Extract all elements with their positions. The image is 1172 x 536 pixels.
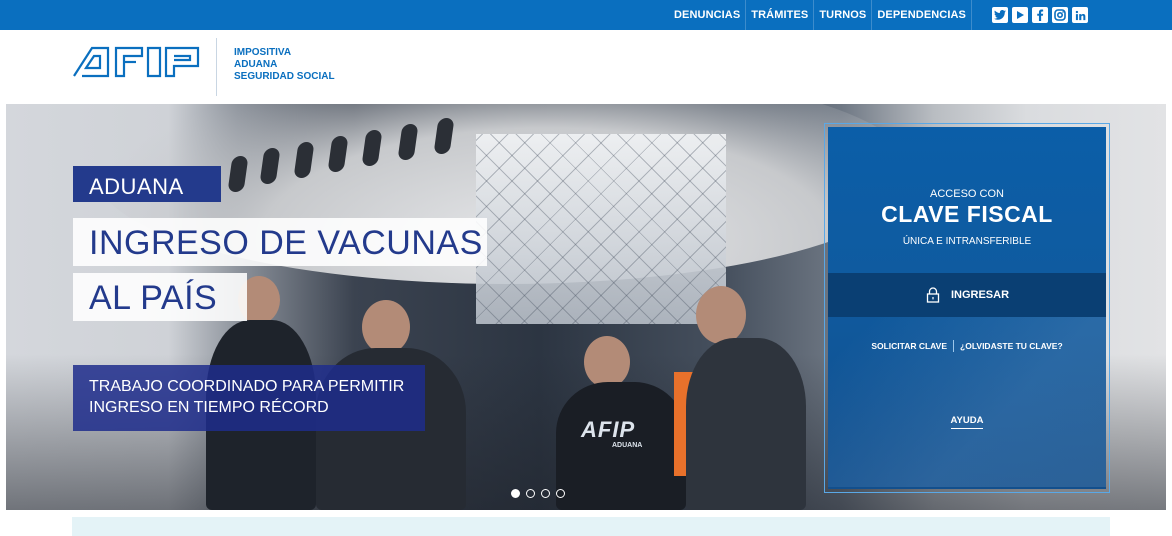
clave-fiscal-panel-body: ACCESO CON CLAVE FISCAL ÚNICA E INTRANSF… [828,127,1106,489]
unica-intransferible-label: ÚNICA E INTRANSFERIBLE [902,236,1032,247]
hero-subtext-line-2: INGRESO EN TIEMPO RÉCORD [89,399,329,416]
top-nav: DENUNCIAS TRÁMITES TURNOS DEPENDENCIAS [669,0,972,30]
lock-icon [925,287,941,303]
vaccine-crate-net [476,134,726,324]
hero-subtext-line-1: TRABAJO COORDINADO PARA PERMITIR [89,378,405,395]
ayuda-label: AYUDA [950,415,984,429]
carousel-dot-4[interactable] [556,489,565,498]
top-bar: DENUNCIAS TRÁMITES TURNOS DEPENDENCIAS [0,0,1172,30]
carousel-dot-2[interactable] [526,489,535,498]
nav-denuncias[interactable]: DENUNCIAS [669,0,745,30]
brand-line-impositiva: IMPOSITIVA [234,47,292,58]
facebook-icon[interactable] [1032,7,1048,23]
vest-sub-text: ADUANA [612,442,643,449]
hero-subtext: TRABAJO COORDINADO PARA PERMITIR INGRESO… [73,365,425,431]
clave-links-divider [953,340,955,352]
brand-lines: IMPOSITIVA ADUANA SEGURIDAD SOCIAL [234,47,335,83]
nav-turnos[interactable]: TURNOS [814,0,871,30]
hero-carousel[interactable]: AFIP ADUANA ADUANA INGRESO DE VACUNAS AL… [6,104,1166,510]
carousel-dots [511,489,565,498]
linkedin-icon[interactable] [1072,7,1088,23]
youtube-icon[interactable] [1012,7,1028,23]
person-head [362,300,410,354]
hero-category-tag: ADUANA [73,166,221,202]
ayuda-link[interactable]: AYUDA [828,415,1106,429]
olvidaste-clave-link[interactable]: ¿OLVIDASTE TU CLAVE? [960,341,1063,351]
solicitar-clave-link[interactable]: SOLICITAR CLAVE [871,341,947,351]
afip-logo[interactable] [72,44,204,83]
person-head [584,336,630,388]
carousel-dot-3[interactable] [541,489,550,498]
carousel-dot-1[interactable] [511,489,520,498]
person-head [696,286,746,344]
brand-line-aduana: ADUANA [234,59,278,70]
afip-logo-icon [73,46,200,78]
acceso-con-label: ACCESO CON [930,188,1004,200]
vest-logo-text: AFIP [581,417,636,442]
twitter-icon[interactable] [992,7,1008,23]
person-silhouette [686,338,806,510]
instagram-icon[interactable] [1052,7,1068,23]
hero-headline-line-1: INGRESO DE VACUNAS [73,218,487,266]
clave-fiscal-title: CLAVE FISCAL [881,201,1053,227]
nav-divider [970,0,972,30]
hero-headline-line-2: AL PAÍS [73,273,247,321]
nav-tramites[interactable]: TRÁMITES [746,0,813,30]
social-links [992,7,1088,23]
info-strip [72,517,1110,536]
header-divider [216,38,217,96]
clave-fiscal-panel: ACCESO CON CLAVE FISCAL ÚNICA E INTRANSF… [824,123,1110,493]
brand-line-seguridad-social: SEGURIDAD SOCIAL [234,71,335,82]
ingresar-button[interactable]: INGRESAR [828,273,1106,317]
ingresar-label: INGRESAR [950,289,1010,301]
clave-links: SOLICITAR CLAVE ¿OLVIDASTE TU CLAVE? [828,340,1106,352]
nav-dependencias[interactable]: DEPENDENCIAS [872,0,971,30]
